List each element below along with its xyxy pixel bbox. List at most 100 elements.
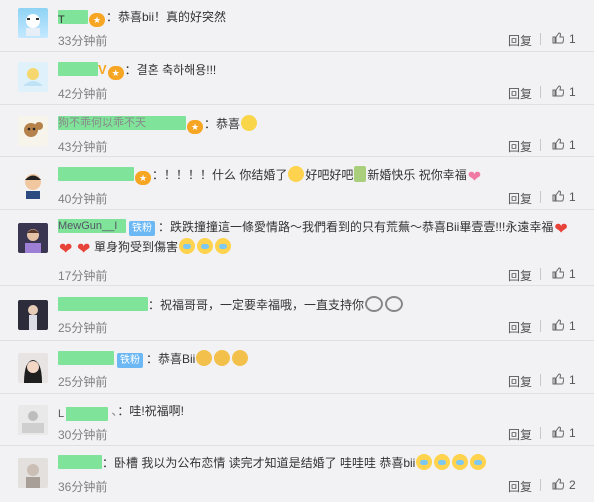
comment-content: MewGun__I 铁粉 ：跌跌撞撞這一條愛情路～我們看到的只有荒蕪～恭喜Bii畢壹…	[58, 218, 584, 258]
thumbs-up-icon	[552, 319, 564, 331]
like-button[interactable]: 1	[552, 426, 576, 440]
crying-face-icon	[452, 454, 469, 470]
reply-button[interactable]: 回复	[508, 426, 532, 443]
reply-button[interactable]: 回复	[508, 267, 532, 284]
avatar[interactable]	[18, 8, 48, 38]
bottle-icon	[354, 166, 367, 182]
like-button[interactable]: 1	[552, 267, 576, 281]
username[interactable]: L	[58, 407, 108, 421]
like-button[interactable]: 2	[552, 478, 576, 492]
fan-badge: 铁粉	[117, 353, 143, 368]
crying-face-icon	[215, 238, 232, 254]
username[interactable]: MewGun__I	[58, 219, 126, 233]
avatar[interactable]	[18, 300, 48, 330]
username[interactable]	[58, 62, 98, 76]
vip-badge-icon: ★	[135, 171, 151, 185]
thumbs-up-icon	[552, 267, 564, 279]
like-count: 1	[569, 190, 576, 204]
like-button[interactable]: 1	[552, 190, 576, 204]
thumbs-up-icon	[552, 426, 564, 438]
comment-text: ：哇!祝福啊!	[117, 404, 185, 418]
comment-text: ：결혼 축하해용!!!	[124, 63, 217, 77]
crying-face-icon	[179, 238, 196, 254]
avatar[interactable]	[18, 223, 48, 253]
comment-text: 單身狗受到傷害	[94, 240, 179, 254]
like-button[interactable]: 1	[552, 319, 576, 333]
reply-button[interactable]: 回复	[508, 85, 532, 102]
heart-icon	[468, 170, 484, 186]
thumbs-up-icon	[552, 32, 564, 44]
avatar[interactable]	[18, 169, 48, 199]
username[interactable]	[58, 297, 148, 311]
like-count: 1	[569, 32, 576, 46]
reply-button[interactable]: 回复	[508, 319, 532, 336]
crying-face-icon	[470, 454, 487, 470]
crying-face-icon	[434, 454, 451, 470]
divider	[540, 191, 541, 203]
comment-text: ：恭喜bii！真的好突然	[106, 10, 227, 24]
comment-text: ：跌跌撞撞這一條愛情路～我們看到的只有荒蕪～恭喜Bii畢壹壹!!!永遠幸福	[158, 220, 554, 234]
like-count: 1	[569, 267, 576, 281]
like-count: 1	[569, 85, 576, 99]
avatar-image	[26, 464, 40, 488]
avatar-image	[25, 174, 41, 199]
reply-button[interactable]: 回复	[508, 32, 532, 49]
surprised-face-icon	[288, 166, 305, 182]
like-count: 1	[569, 138, 576, 152]
comment-item: 狗不乖何以乖不天 ★ ：恭喜 43分钟前 回复 1	[0, 105, 594, 157]
like-button[interactable]: 1	[552, 85, 576, 99]
avatar[interactable]	[18, 458, 48, 488]
avatar-image	[24, 360, 42, 383]
comment-text: 新婚快乐 祝你幸福	[367, 168, 467, 182]
divider	[540, 479, 541, 491]
thumbs-up-icon	[552, 138, 564, 150]
glasses-face-icon	[385, 296, 404, 312]
divider	[540, 139, 541, 151]
comment-content: ：卧槽 我以为公布恋情 读完才知道是结婚了 哇哇哇 恭喜bii	[58, 454, 584, 472]
username[interactable]	[58, 167, 134, 181]
comment-text: ：恭喜	[204, 117, 241, 131]
comment-time: 40分钟前	[58, 192, 108, 206]
avatar[interactable]	[18, 353, 48, 383]
comment-item: ：祝福哥哥，一定要幸福哦，一直支持你 25分钟前 回复 1	[0, 286, 594, 341]
comment-text: ：卧槽 我以为公布恋情 读完才知道是结婚了 哇哇哇 恭喜bii	[102, 456, 416, 470]
reply-button[interactable]: 回复	[508, 373, 532, 390]
comment-item: MewGun__I 铁粉 ：跌跌撞撞這一條愛情路～我們看到的只有荒蕪～恭喜Bii畢壹…	[0, 210, 594, 286]
comment-time: 30分钟前	[58, 428, 108, 442]
comment-time: 25分钟前	[58, 375, 108, 389]
avatar[interactable]	[18, 405, 48, 435]
like-button[interactable]: 1	[552, 373, 576, 387]
comment-text: 好吧好吧	[305, 168, 354, 182]
avatar-image	[24, 122, 43, 137]
username[interactable]	[58, 455, 102, 469]
comment-time: 36分钟前	[58, 480, 108, 494]
comment-content: L 、：哇!祝福啊!	[58, 404, 185, 421]
username[interactable]: 狗不乖何以乖不天	[58, 116, 186, 130]
like-count: 1	[569, 373, 576, 387]
comment-time: 43分钟前	[58, 140, 108, 154]
like-count: 2	[569, 478, 576, 492]
divider	[540, 33, 541, 45]
reply-button[interactable]: 回复	[508, 190, 532, 207]
like-button[interactable]: 1	[552, 138, 576, 152]
comment-time: 17分钟前	[58, 269, 108, 283]
comment-content: 铁粉 ：恭喜Bii	[58, 350, 584, 368]
thumbs-up-icon	[552, 373, 564, 385]
reply-button[interactable]: 回复	[508, 138, 532, 155]
like-button[interactable]: 1	[552, 32, 576, 46]
avatar[interactable]	[18, 62, 48, 92]
username[interactable]: T	[58, 10, 88, 26]
vip-badge-icon: ★	[107, 66, 124, 80]
comment-item: V ★ ：결혼 축하해용!!! 42分钟前 回复 1	[0, 52, 594, 105]
comment-item: 铁粉 ：恭喜Bii 25分钟前 回复 1	[0, 341, 594, 394]
heart-icon	[554, 222, 570, 238]
avatar-image	[23, 68, 43, 86]
avatar-image	[25, 229, 41, 253]
like-count: 1	[569, 319, 576, 333]
avatar[interactable]	[18, 116, 48, 146]
reply-button[interactable]: 回复	[508, 478, 532, 495]
sticker-icon	[241, 115, 258, 131]
username[interactable]	[58, 351, 114, 365]
comment-list: T ★ ：恭喜bii！真的好突然 33分钟前 回复 1 V ★ ：결혼 축하해용!!! …	[0, 0, 594, 502]
comment-item: ★：！！！！什么 你结婚了 好吧好吧新婚快乐 祝你幸福 40分钟前 回复 1	[0, 157, 594, 210]
